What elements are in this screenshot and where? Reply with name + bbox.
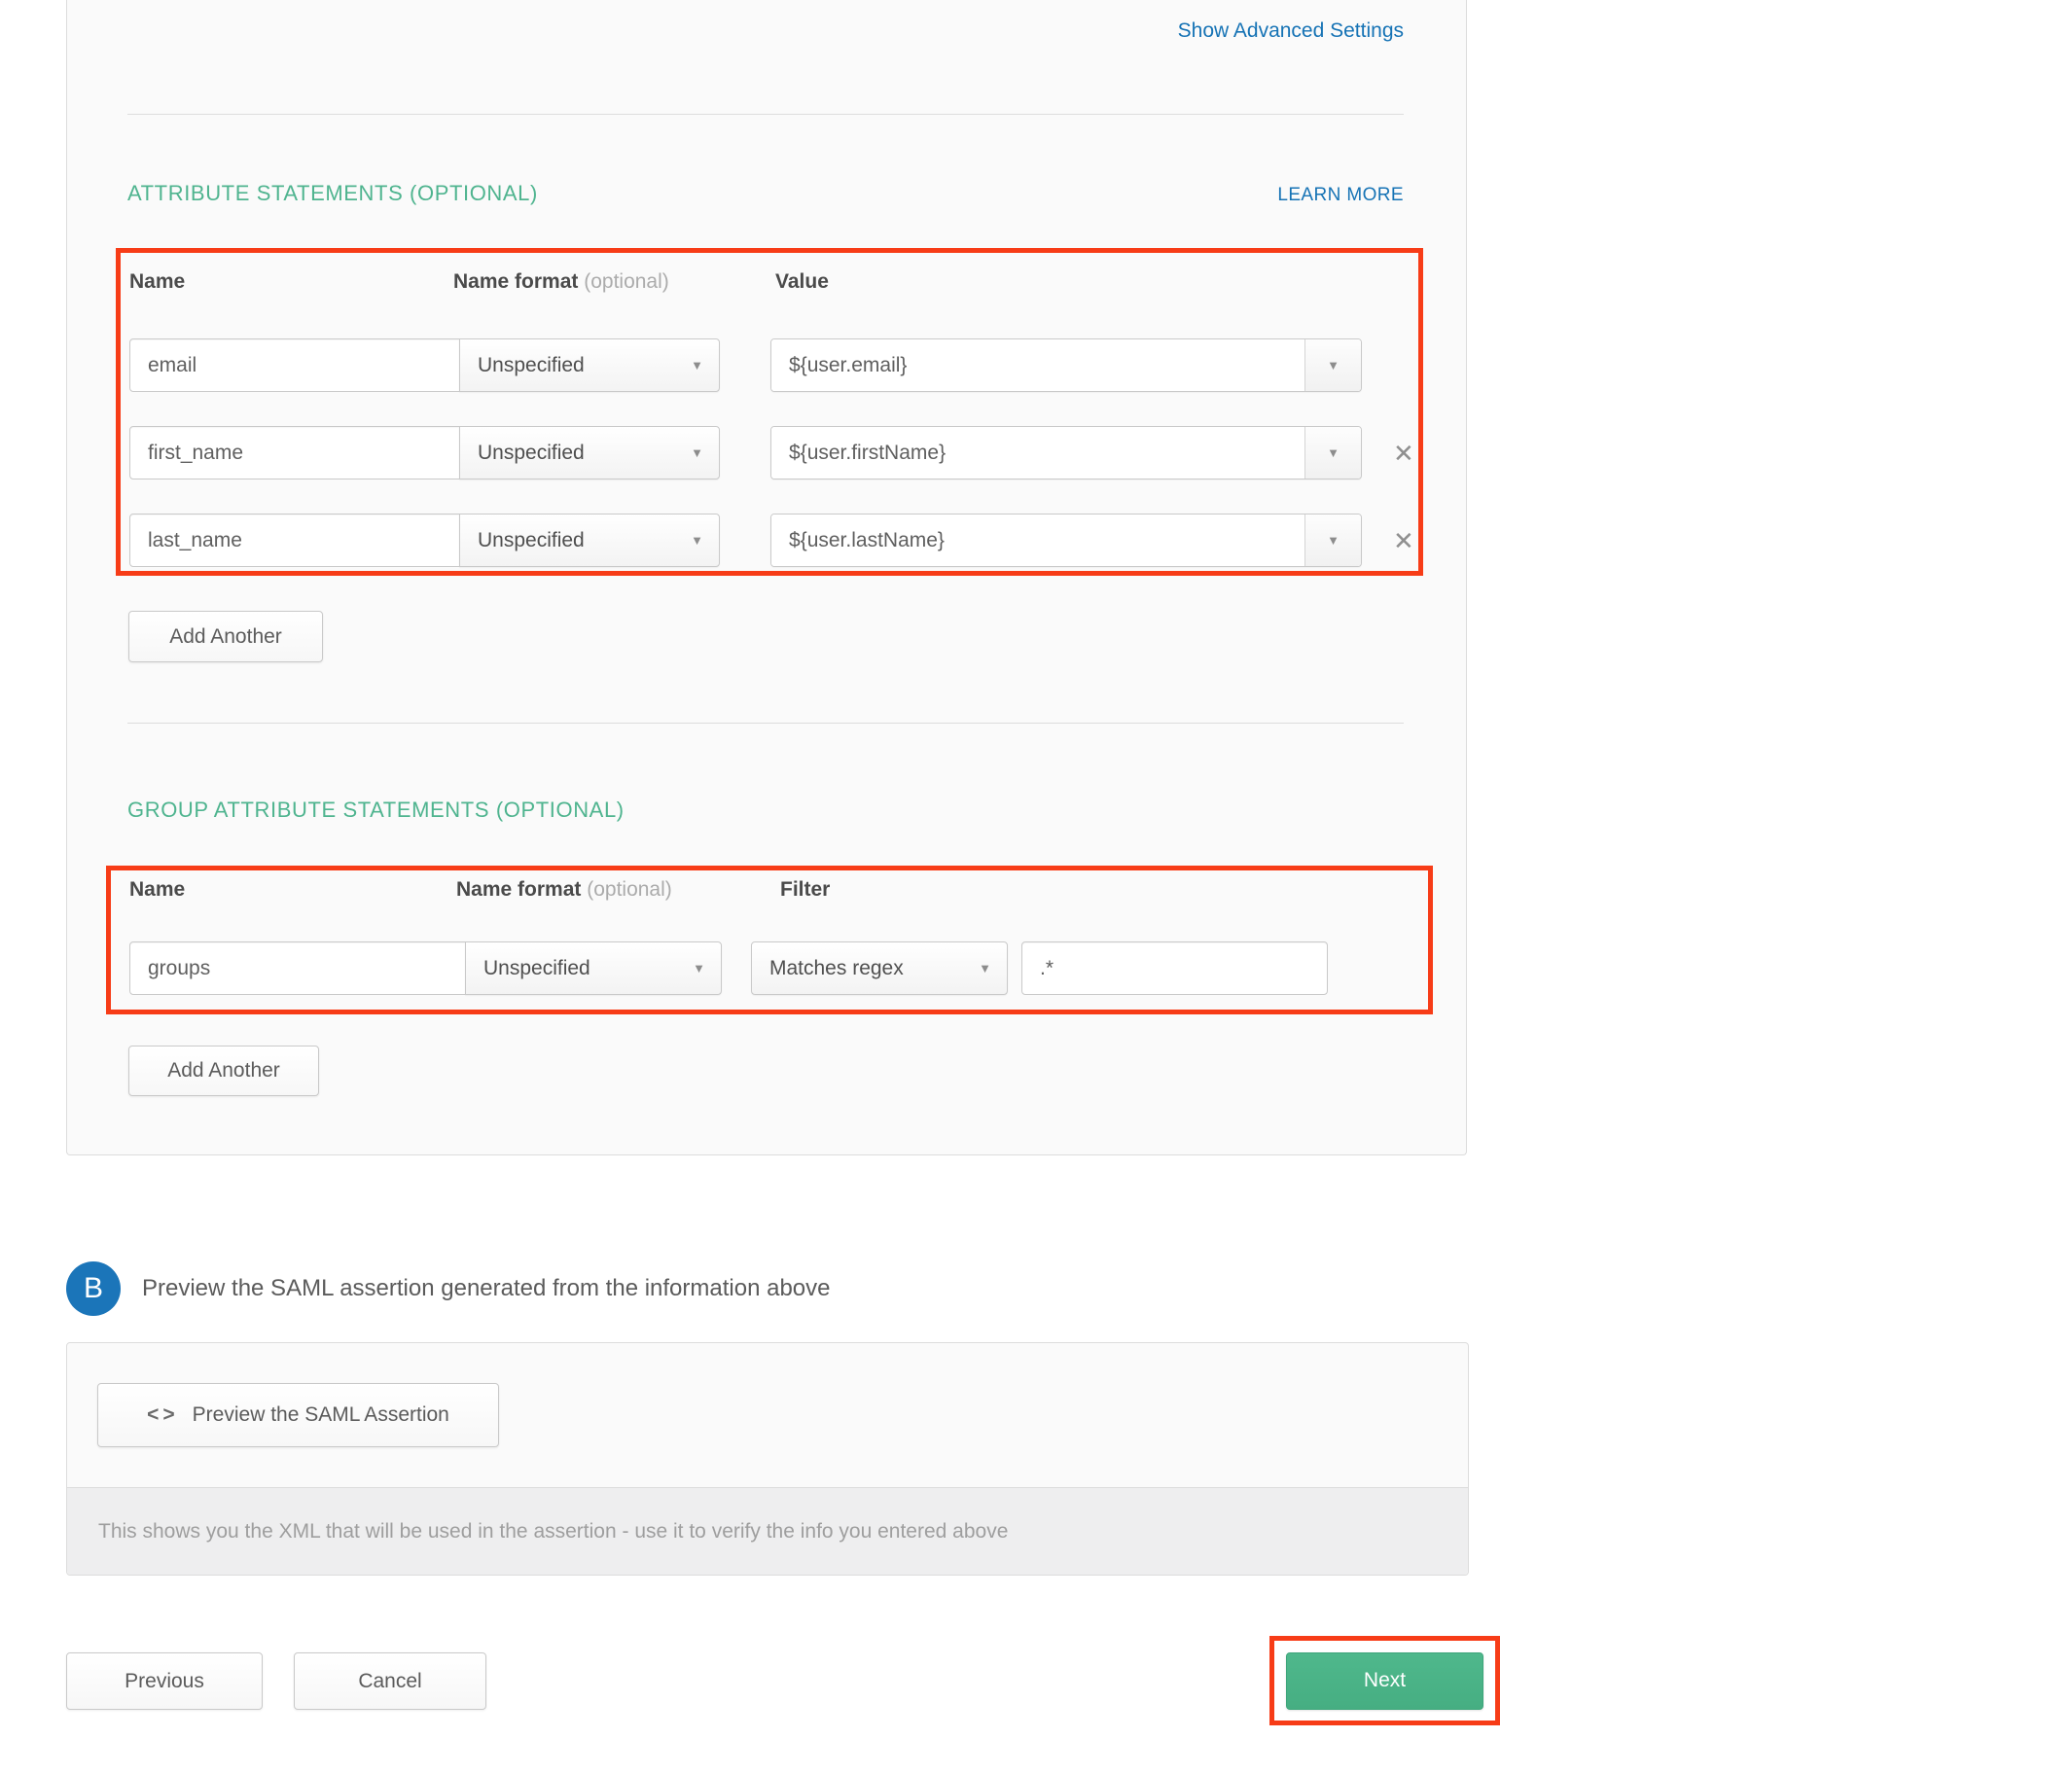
- chevron-down-icon: ▼: [1327, 533, 1340, 548]
- filter-type-value: Matches regex: [769, 957, 904, 980]
- next-button[interactable]: Next: [1286, 1652, 1483, 1710]
- attribute-value-input[interactable]: [771, 339, 1304, 391]
- next-button-annotation-box: Next: [1269, 1636, 1500, 1725]
- chevron-down-icon: ▼: [979, 961, 991, 976]
- saml-settings-panel: Show Advanced Settings ATTRIBUTE STATEME…: [66, 0, 1467, 1155]
- preview-step-header: B Preview the SAML assertion generated f…: [66, 1261, 830, 1316]
- name-format-value: Unspecified: [478, 442, 585, 465]
- group-attribute-row: Unspecified ▼ Matches regex ▼: [129, 941, 1328, 995]
- name-format-column-label: Name format (optional): [453, 270, 765, 294]
- remove-row-icon[interactable]: ✕: [1393, 441, 1414, 466]
- attribute-value-combo: ▼: [770, 338, 1362, 392]
- filter-value-input[interactable]: [1021, 941, 1328, 995]
- chevron-down-icon: ▼: [1327, 445, 1340, 460]
- previous-button[interactable]: Previous: [66, 1652, 263, 1710]
- attribute-value-combo: ▼: [770, 514, 1362, 567]
- remove-row-icon[interactable]: ✕: [1393, 528, 1414, 553]
- preview-note-bar: This shows you the XML that will be used…: [67, 1487, 1468, 1575]
- chevron-down-icon: ▼: [1327, 358, 1340, 373]
- attribute-value-input[interactable]: [771, 427, 1304, 479]
- attribute-row: Unspecified ▼ ▼: [129, 338, 1362, 392]
- name-format-column-label: Name format (optional): [456, 878, 748, 902]
- attribute-value-input[interactable]: [771, 514, 1304, 566]
- cancel-button[interactable]: Cancel: [294, 1652, 486, 1710]
- group-attribute-statements-header: GROUP ATTRIBUTE STATEMENTS (OPTIONAL): [127, 798, 625, 823]
- attribute-row: Unspecified ▼ ▼ ✕: [129, 426, 1414, 479]
- group-attribute-statements-title: GROUP ATTRIBUTE STATEMENTS (OPTIONAL): [127, 798, 625, 822]
- name-format-dropdown[interactable]: Unspecified ▼: [459, 338, 720, 392]
- preview-step-heading: Preview the SAML assertion generated fro…: [142, 1275, 830, 1302]
- saml-settings-page: Show Advanced Settings ATTRIBUTE STATEME…: [0, 0, 2072, 1774]
- filter-column-label: Filter: [780, 878, 830, 902]
- name-column-label: Name: [129, 270, 460, 294]
- group-column-labels: Name Name format (optional) Filter: [129, 878, 830, 902]
- attribute-row: Unspecified ▼ ▼ ✕: [129, 514, 1414, 567]
- chevron-down-icon: ▼: [693, 961, 705, 976]
- attribute-column-labels: Name Name format (optional) Value: [129, 270, 829, 294]
- attribute-statements-header: ATTRIBUTE STATEMENTS (OPTIONAL) LEARN MO…: [127, 181, 1404, 206]
- value-expression-dropdown-button[interactable]: ▼: [1304, 514, 1361, 566]
- value-expression-dropdown-button[interactable]: ▼: [1304, 427, 1361, 479]
- add-another-attribute-button[interactable]: Add Another: [128, 611, 323, 662]
- learn-more-link[interactable]: LEARN MORE: [1277, 185, 1404, 206]
- name-format-value: Unspecified: [483, 957, 590, 980]
- value-column-label: Value: [775, 270, 829, 294]
- chevron-down-icon: ▼: [691, 445, 703, 460]
- attribute-name-input[interactable]: [129, 338, 460, 392]
- chevron-down-icon: ▼: [691, 533, 703, 548]
- step-b-badge: B: [66, 1261, 121, 1316]
- add-another-group-attribute-button[interactable]: Add Another: [128, 1046, 319, 1096]
- preview-saml-assertion-label: Preview the SAML Assertion: [193, 1403, 449, 1427]
- show-advanced-settings-link[interactable]: Show Advanced Settings: [1178, 19, 1404, 43]
- name-column-label: Name: [129, 878, 460, 902]
- attribute-statements-title: ATTRIBUTE STATEMENTS (OPTIONAL): [127, 181, 538, 206]
- name-format-dropdown[interactable]: Unspecified ▼: [465, 941, 722, 995]
- attribute-value-combo: ▼: [770, 426, 1362, 479]
- name-format-value: Unspecified: [478, 529, 585, 552]
- code-icon: <>: [147, 1403, 179, 1427]
- name-format-value: Unspecified: [478, 354, 585, 377]
- name-format-dropdown[interactable]: Unspecified ▼: [459, 426, 720, 479]
- group-name-input[interactable]: [129, 941, 466, 995]
- attribute-name-input[interactable]: [129, 426, 460, 479]
- value-expression-dropdown-button[interactable]: ▼: [1304, 339, 1361, 391]
- name-format-dropdown[interactable]: Unspecified ▼: [459, 514, 720, 567]
- divider: [127, 114, 1404, 115]
- filter-type-dropdown[interactable]: Matches regex ▼: [751, 941, 1008, 995]
- divider: [127, 723, 1404, 724]
- preview-assertion-panel: <> Preview the SAML Assertion This shows…: [66, 1342, 1469, 1576]
- attribute-name-input[interactable]: [129, 514, 460, 567]
- preview-note-text: This shows you the XML that will be used…: [98, 1520, 1008, 1543]
- preview-saml-assertion-button[interactable]: <> Preview the SAML Assertion: [97, 1383, 499, 1447]
- chevron-down-icon: ▼: [691, 358, 703, 373]
